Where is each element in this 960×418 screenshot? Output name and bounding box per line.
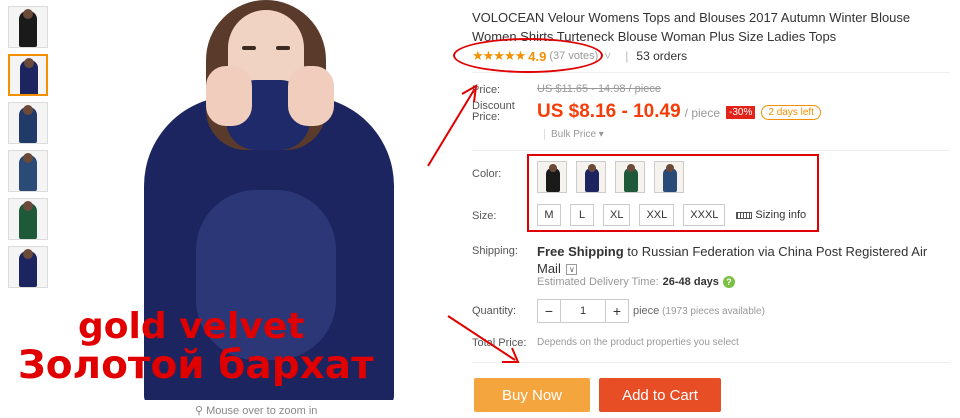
bulk-price-dropdown[interactable]: Bulk Price ▾ [544, 129, 604, 140]
discount-price: US $8.16 - 10.49 [537, 101, 681, 122]
thumbnail-head [23, 153, 33, 163]
thumbnail-head [23, 9, 33, 19]
buy-now-button[interactable]: Buy Now [474, 378, 590, 412]
shipping-label: Shipping: [472, 245, 518, 257]
thumbnail-head [24, 58, 34, 68]
thumbnail-head [23, 249, 33, 259]
per-unit: / piece [684, 106, 721, 120]
total-price-note: Depends on the product properties you se… [537, 337, 739, 348]
chevron-down-icon[interactable]: ˅ [604, 49, 611, 63]
zoom-hint-text: Mouse over to zoom in [206, 405, 318, 417]
price-label: Price: [472, 84, 501, 96]
size-label: Size: [472, 210, 497, 222]
discount-price-label: Discount Price: [472, 101, 515, 123]
delivery-label: Estimated Delivery Time: [537, 276, 659, 288]
days-left-badge: 2 days left [761, 105, 821, 120]
free-shipping: Free Shipping [537, 244, 624, 259]
thumbnail-head [23, 105, 33, 115]
discount-badge: -30% [726, 106, 756, 119]
pieces-available: (1973 pieces available) [662, 306, 765, 317]
color-label: Color: [472, 168, 502, 180]
thumbnail-1[interactable] [8, 6, 48, 48]
discount-label-line2: Price: [472, 111, 501, 123]
divider [472, 150, 950, 151]
model-hand [288, 66, 334, 126]
shipping-info: Free Shipping to Russian Federation via … [537, 243, 947, 277]
rating-highlight-ellipse [453, 38, 603, 73]
thumbnail-3[interactable] [8, 102, 48, 144]
quantity-label: Quantity: [472, 305, 517, 317]
divider [472, 362, 950, 363]
total-price-label: Total Price: [472, 337, 527, 349]
quantity-unit: piece [633, 305, 660, 317]
discount-price-row: US $8.16 - 10.49/ piece -30% 2 days left [537, 101, 821, 123]
quantity-stepper: − 1 + [537, 299, 629, 323]
quantity-availability: piece (1973 pieces available) [633, 305, 765, 317]
help-icon[interactable]: ? [722, 276, 735, 288]
model-hand [206, 66, 252, 126]
thumbnail-6[interactable] [8, 246, 48, 288]
quantity-increment-button[interactable]: + [606, 300, 628, 322]
quantity-decrement-button[interactable]: − [538, 300, 560, 322]
magnifier-icon: ⚲ [195, 405, 207, 417]
model-eye [242, 46, 256, 50]
thumbnail-2-selected[interactable] [8, 54, 48, 96]
divider: | [625, 49, 629, 63]
delivery-days: 26-48 days [662, 276, 719, 288]
thumbnail-4[interactable] [8, 150, 48, 192]
add-to-cart-button[interactable]: Add to Cart [599, 378, 721, 412]
chevron-down-icon[interactable]: ∨ [566, 264, 578, 275]
overlay-text-english: gold velvet [78, 306, 305, 347]
zoom-hint: ⚲ Mouse over to zoom in [195, 404, 317, 417]
thumbnail-5[interactable] [8, 198, 48, 240]
quantity-input[interactable]: 1 [560, 300, 606, 322]
overlay-text-russian: Золотой бархат [18, 343, 374, 388]
orders-count: 53 orders [636, 49, 688, 63]
delivery-estimate: Estimated Delivery Time: 26-48 days ? [537, 276, 735, 288]
options-highlight-box [527, 154, 819, 232]
thumbnail-head [23, 201, 33, 211]
model-eye [276, 46, 290, 50]
thumbnail-strip [8, 6, 48, 294]
original-price: US $11.65 - 14.98 / piece [537, 83, 661, 95]
